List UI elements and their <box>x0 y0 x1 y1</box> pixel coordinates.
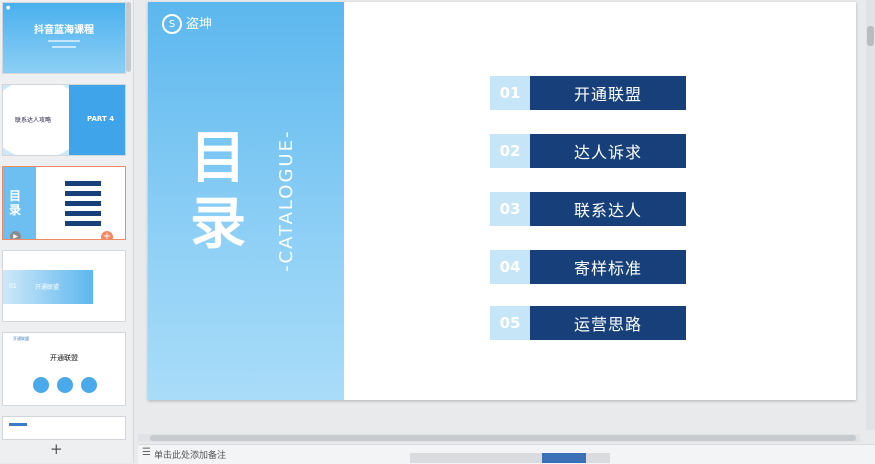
thumb-header-line <box>9 423 27 426</box>
item-label: 寄样标准 <box>530 250 686 284</box>
vertical-scrollbar-thumb[interactable] <box>867 26 874 46</box>
catalogue-item-2[interactable]: 02 达人诉求 <box>490 134 686 168</box>
status-bar-fragment <box>410 453 610 463</box>
add-slide-icon[interactable]: + <box>101 231 113 239</box>
slide-logo: S 盗坤 <box>162 14 212 34</box>
thumb-label: 开通联盟 <box>35 284 60 291</box>
big-title: 目 录 <box>188 126 248 258</box>
slide-thumbnail-4[interactable]: 01 开通联盟 <box>2 250 126 322</box>
thumb-big-title: 目录 <box>9 189 22 217</box>
notes-placeholder[interactable]: 单击此处添加备注 <box>154 448 226 461</box>
catalogue-item-5[interactable]: 05 运营思路 <box>490 306 686 340</box>
thumb-list <box>65 181 101 226</box>
slide-thumbnail-1[interactable]: ● 抖音蓝海课程 <box>2 2 126 74</box>
slide-thumbnail-5[interactable]: 开通联盟 开通联盟 <box>2 332 126 406</box>
catalogue-item-3[interactable]: 03 联系达人 <box>490 192 686 226</box>
item-number: 05 <box>490 306 530 340</box>
notes-icon: ☰ <box>142 447 151 458</box>
thumb-circle <box>33 377 49 393</box>
item-label: 达人诉求 <box>530 134 686 168</box>
item-label: 开通联盟 <box>530 76 686 110</box>
thumb-circle <box>57 377 73 393</box>
logo-icon: S <box>162 14 182 34</box>
thumb-title: 抖音蓝海课程 <box>34 25 94 36</box>
big-title-char-1: 目 <box>190 126 246 191</box>
thumb-title: 开通联盟 <box>50 354 78 362</box>
item-number: 04 <box>490 250 530 284</box>
thumb-circle <box>81 377 97 393</box>
thumbnail-scrollbar[interactable] <box>126 2 131 72</box>
catalogue-label: -CATALOGUE- <box>276 129 297 272</box>
slide-thumbnail-6[interactable] <box>2 416 126 440</box>
thumb-logo: ● <box>6 5 11 11</box>
add-slide-button[interactable]: + <box>50 440 63 458</box>
slide-thumbnail-pane: ● 抖音蓝海课程 联系达人攻略 PART 4 目录 ▶ + 01 开通联盟 开通… <box>0 0 134 463</box>
item-number: 02 <box>490 134 530 168</box>
play-icon[interactable]: ▶ <box>10 231 21 239</box>
slide-thumbnail-2[interactable]: 联系达人攻略 PART 4 <box>2 84 126 156</box>
big-title-char-2: 录 <box>190 192 246 257</box>
item-number: 03 <box>490 192 530 226</box>
vertical-scrollbar[interactable] <box>866 0 875 430</box>
thumb-subtitle-line <box>48 40 80 42</box>
thumb-title: 联系达人攻略 <box>15 117 52 124</box>
thumb-part: PART 4 <box>87 115 115 123</box>
thumb-num: 01 <box>9 283 17 290</box>
slide-left-panel: S 盗坤 目 录 -CATALOGUE- <box>148 2 344 400</box>
status-bar-button[interactable] <box>542 453 586 463</box>
item-label: 运营思路 <box>530 306 686 340</box>
logo-name: 盗坤 <box>186 16 213 32</box>
slide-canvas[interactable]: S 盗坤 目 录 -CATALOGUE- 01 开通联盟 02 达人诉求 03 … <box>148 2 856 400</box>
catalogue-item-1[interactable]: 01 开通联盟 <box>490 76 686 110</box>
thumb-subtitle-line <box>52 46 76 48</box>
slide-thumbnail-3[interactable]: 目录 ▶ + <box>2 166 126 240</box>
item-number: 01 <box>490 76 530 110</box>
item-label: 联系达人 <box>530 192 686 226</box>
horizontal-scrollbar-thumb[interactable] <box>150 435 856 441</box>
thumb-header: 开通联盟 <box>13 336 29 341</box>
catalogue-item-4[interactable]: 04 寄样标准 <box>490 250 686 284</box>
